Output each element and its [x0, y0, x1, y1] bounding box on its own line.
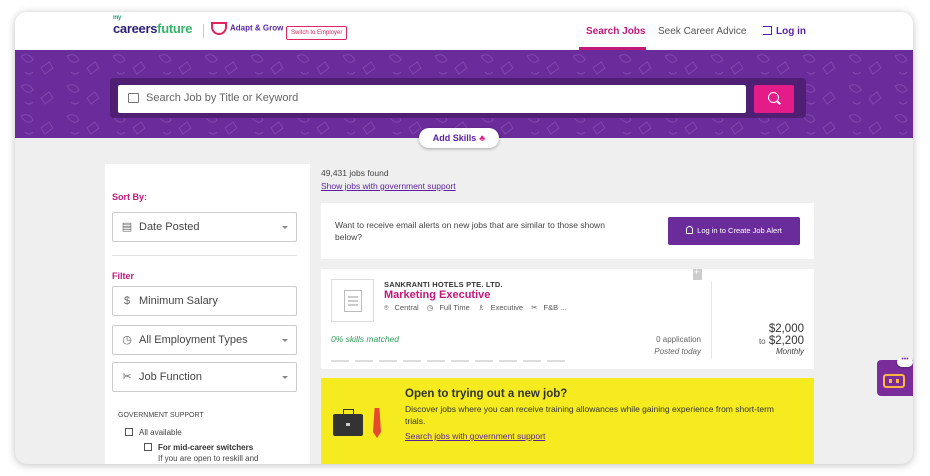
top-navigation-bar: my careersfuture Adapt & Grow Switch to … [15, 12, 913, 50]
nav-search-jobs[interactable]: Search Jobs [586, 26, 645, 37]
promo-link[interactable]: Search jobs with government support [405, 431, 545, 441]
filter-label: Filter [112, 271, 135, 281]
create-job-alert-button[interactable]: Log in to Create Job Alert [668, 217, 800, 245]
promo-description: Discover jobs where you can receive trai… [405, 404, 774, 426]
adapt-grow-logo[interactable]: Adapt & Grow [211, 22, 283, 35]
calendar-icon: ▤ [121, 221, 133, 233]
search-icon [768, 92, 779, 103]
application-count: 0 application [656, 335, 701, 344]
briefcase-icon [128, 93, 139, 103]
chevron-down-icon [282, 339, 288, 342]
promo-heading: Open to trying out a new job? [405, 388, 568, 400]
add-person-icon: ♣ [479, 133, 486, 143]
posted-date: Posted today [654, 347, 701, 356]
search-button[interactable] [754, 85, 794, 113]
robot-icon [883, 374, 905, 388]
search-hero-banner: Search Job by Title or Keyword [15, 50, 913, 138]
nav-login[interactable]: Log in [763, 26, 806, 37]
sort-dropdown[interactable]: ▤ Date Posted [112, 212, 297, 242]
employment-type-dropdown[interactable]: ◷ All Employment Types [112, 325, 297, 355]
login-icon [763, 26, 772, 35]
all-available-checkbox[interactable] [125, 428, 133, 436]
chevron-down-icon [282, 376, 288, 379]
job-category: F&B ... [543, 303, 567, 312]
mid-career-label: For mid-career switchers [158, 443, 254, 452]
location-icon: ⌾ [384, 303, 389, 312]
tools-icon: ✂ [122, 371, 132, 383]
chat-bubble-icon: ••• [897, 356, 913, 367]
briefcase-illustration [333, 409, 363, 436]
mid-career-description: If you are open to reskill and [158, 454, 259, 463]
chevron-down-icon [282, 226, 288, 229]
building-icon [344, 290, 362, 312]
mid-career-checkbox[interactable] [144, 443, 152, 451]
company-logo [331, 279, 374, 322]
sort-by-label: Sort By: [112, 192, 148, 202]
salary-to: to [758, 337, 766, 346]
logo-future-text: future [157, 21, 193, 36]
all-available-label: All available [139, 428, 182, 437]
skills-progress-bars [331, 349, 571, 367]
job-meta: ⌾ Central ◷ Full Time ♗ Executive ✂ F&B ... [384, 303, 572, 313]
switch-to-employer-button[interactable]: Switch to Employer [286, 26, 348, 40]
job-alert-card: Want to receive email alerts on new jobs… [321, 203, 814, 259]
dollar-icon: $ [123, 295, 131, 307]
chatbot-widget[interactable]: ••• [877, 356, 913, 396]
clock-icon: ◷ [122, 334, 132, 346]
careersfuture-logo[interactable]: my careersfuture [113, 15, 193, 36]
sidebar-divider [112, 255, 297, 256]
job-location: Central [394, 303, 419, 312]
logo-careers-text: careers [113, 21, 158, 36]
job-type: Full Time [439, 303, 470, 312]
minimum-salary-placeholder: Minimum Salary [139, 295, 218, 307]
minimum-salary-input[interactable]: $ Minimum Salary [112, 286, 297, 316]
tie-illustration [373, 408, 381, 438]
job-function-dropdown[interactable]: ✂ Job Function [112, 362, 297, 392]
add-skills-button[interactable]: Add Skills ♣ [419, 128, 499, 148]
job-function-value: Job Function [139, 371, 202, 383]
employment-type-value: All Employment Types [139, 334, 248, 346]
job-alert-text: Want to receive email alerts on new jobs… [335, 220, 605, 242]
create-job-alert-label: Log in to Create Job Alert [697, 226, 782, 235]
bookmark-icon[interactable] [693, 267, 702, 280]
bell-icon [686, 226, 694, 234]
tools-icon: ✂ [531, 303, 538, 312]
job-level: Executive [490, 303, 524, 312]
skills-matched: 0% skills matched [331, 334, 400, 344]
salary-period: Monthly [775, 347, 804, 356]
jobs-found-count: 49,431 jobs found [321, 168, 389, 178]
salary-max-line: to $2,200 [711, 335, 804, 347]
browser-frame: my careersfuture Adapt & Grow Switch to … [15, 12, 913, 464]
filter-sidebar: Sort By: ▤ Date Posted Filter $ Minimum … [105, 164, 310, 464]
nav-seek-career-advice[interactable]: Seek Career Advice [658, 26, 746, 37]
gov-support-title: GOVERNMENT SUPPORT [118, 412, 204, 419]
adapt-grow-label: Adapt & Grow [230, 23, 284, 33]
login-label: Log in [776, 26, 806, 37]
job-title[interactable]: Marketing Executive [384, 289, 490, 301]
salary-max: $2,200 [768, 335, 804, 347]
company-name: SANKRANTI HOTELS PTE. LTD. [384, 280, 503, 289]
job-card[interactable]: SANKRANTI HOTELS PTE. LTD. Marketing Exe… [321, 267, 814, 369]
logo-my-text: my [113, 15, 122, 21]
adapt-grow-icon [211, 22, 227, 35]
search-placeholder: Search Job by Title or Keyword [146, 92, 299, 104]
sort-value: Date Posted [139, 221, 200, 233]
hierarchy-icon: ♗ [477, 303, 485, 312]
add-skills-label: Add Skills [432, 133, 477, 143]
gov-support-link[interactable]: Show jobs with government support [321, 181, 456, 191]
search-box-container: Search Job by Title or Keyword [110, 78, 806, 118]
salary-min: $2,000 [768, 323, 804, 335]
gov-support-promo: Open to trying out a new job? Discover j… [321, 378, 814, 464]
clock-icon: ◷ [426, 303, 434, 312]
search-input[interactable]: Search Job by Title or Keyword [118, 85, 746, 113]
logo-divider [203, 24, 204, 38]
